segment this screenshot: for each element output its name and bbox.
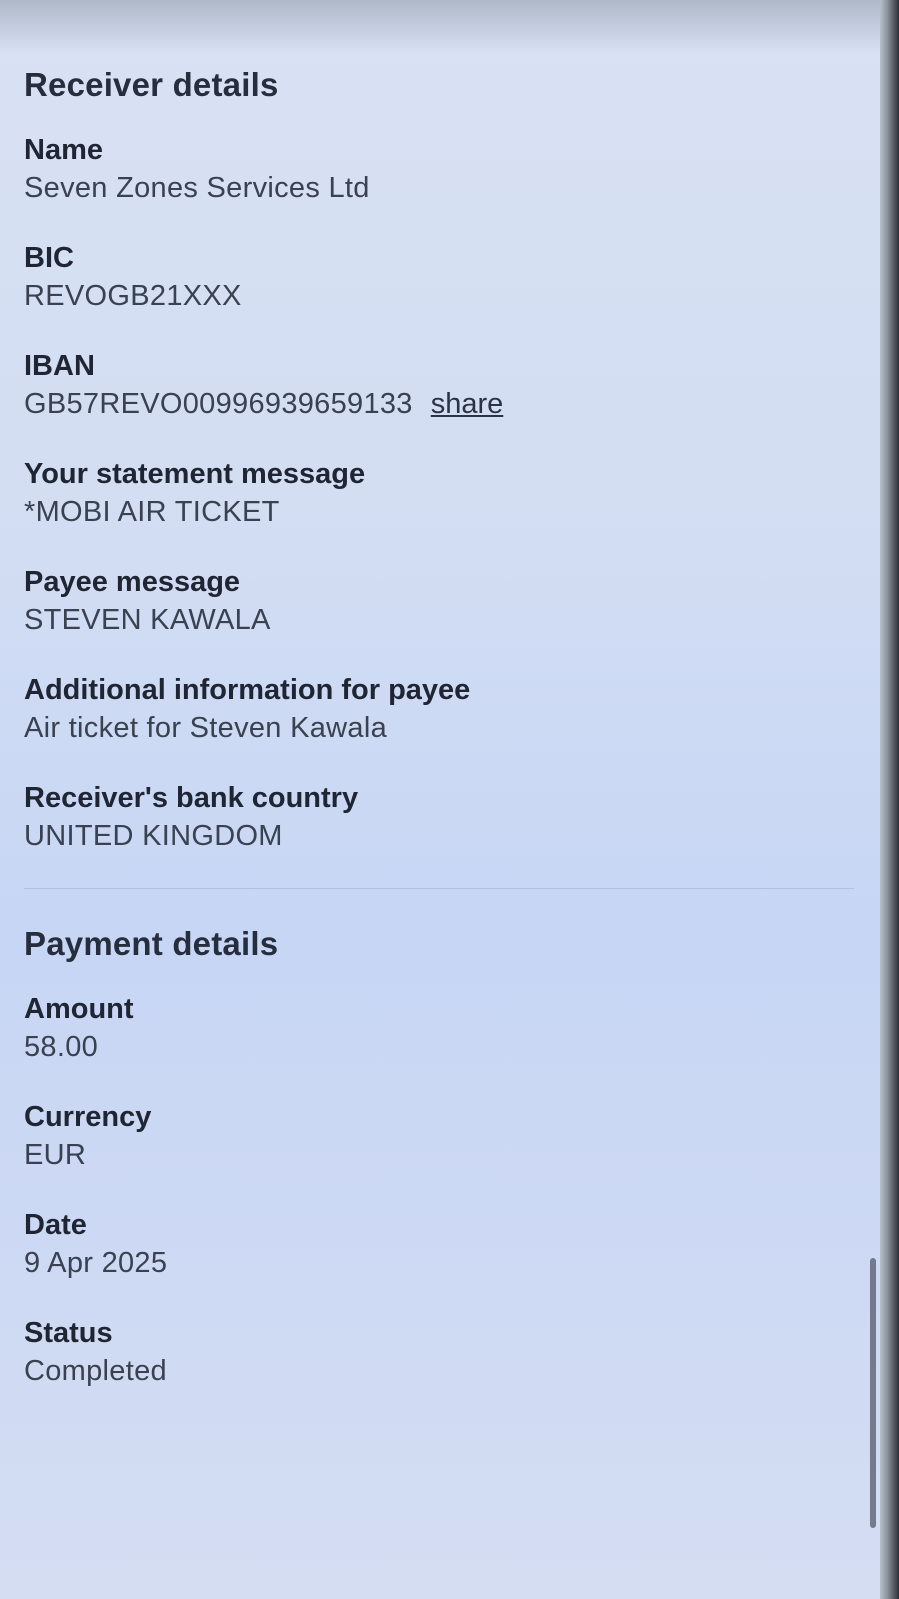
payee-message-value: STEVEN KAWALA [24, 604, 271, 636]
status-label: Status [24, 1317, 113, 1349]
statement-message-value: *MOBI AIR TICKET [24, 496, 280, 528]
statement-message-field: Your statement message *MOBI AIR TICKET [24, 456, 854, 532]
phone-bezel [880, 0, 899, 1599]
transaction-details: Receiver details Name Seven Zones Servic… [24, 66, 854, 1423]
additional-info-value: Air ticket for Steven Kawala [24, 712, 387, 744]
iban-row: GB57REVO00996939659133 share [24, 384, 854, 424]
payment-details-title: Payment details [24, 925, 279, 962]
date-field: Date 9 Apr 2025 [24, 1207, 854, 1283]
date-label: Date [24, 1209, 87, 1241]
currency-label: Currency [24, 1101, 152, 1133]
status-value: Completed [24, 1355, 167, 1387]
bank-country-label: Receiver's bank country [24, 782, 359, 814]
section-divider [24, 888, 854, 889]
date-value: 9 Apr 2025 [24, 1247, 168, 1279]
bic-value: REVOGB21XXX [24, 280, 242, 312]
phone-screen: Receiver details Name Seven Zones Servic… [0, 0, 880, 1599]
iban-field: IBAN GB57REVO00996939659133 share [24, 348, 854, 424]
iban-label: IBAN [24, 350, 95, 382]
currency-value: EUR [24, 1139, 87, 1171]
payee-message-label: Payee message [24, 566, 241, 598]
receiver-details-title: Receiver details [24, 66, 279, 103]
additional-info-label: Additional information for payee [24, 674, 471, 706]
bic-label: BIC [24, 242, 74, 274]
iban-value: GB57REVO00996939659133 [24, 388, 413, 420]
amount-value: 58.00 [24, 1031, 99, 1063]
additional-info-field: Additional information for payee Air tic… [24, 672, 854, 748]
payee-message-field: Payee message STEVEN KAWALA [24, 564, 854, 640]
share-link[interactable]: share [431, 388, 504, 421]
statement-message-label: Your statement message [24, 458, 366, 490]
amount-field: Amount 58.00 [24, 991, 854, 1067]
status-field: Status Completed [24, 1315, 854, 1391]
scrollbar[interactable] [870, 1258, 876, 1528]
bic-field: BIC REVOGB21XXX [24, 240, 854, 316]
bank-country-value: UNITED KINGDOM [24, 820, 283, 852]
receiver-name-label: Name [24, 134, 103, 166]
top-shade [0, 0, 880, 54]
bank-country-field: Receiver's bank country UNITED KINGDOM [24, 780, 854, 856]
amount-label: Amount [24, 993, 134, 1025]
receiver-name-value: Seven Zones Services Ltd [24, 172, 370, 204]
receiver-name-field: Name Seven Zones Services Ltd [24, 132, 854, 208]
currency-field: Currency EUR [24, 1099, 854, 1175]
